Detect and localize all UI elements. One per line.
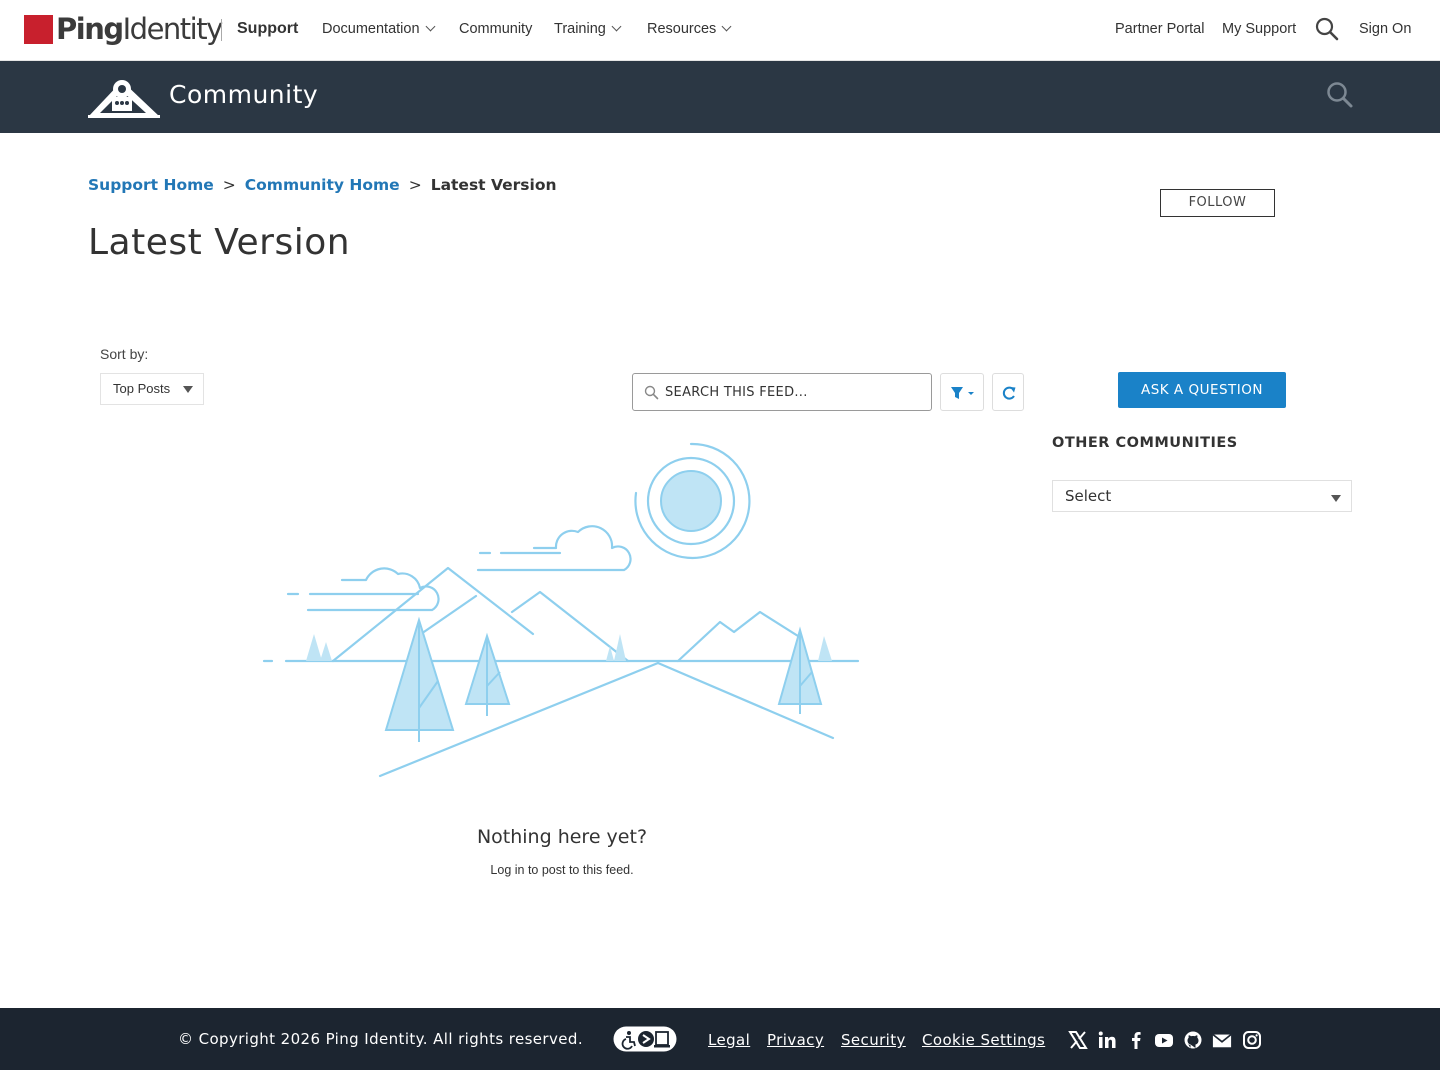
- facebook-icon[interactable]: [1126, 1030, 1146, 1050]
- nav-documentation[interactable]: Documentation: [322, 21, 435, 37]
- nav-community-label: Community: [459, 21, 533, 37]
- chevron-down-icon: [721, 21, 732, 32]
- partner-portal-link[interactable]: Partner Portal: [1115, 21, 1204, 37]
- empty-state-subtitle: Log in to post to this feed.: [490, 863, 634, 877]
- x-icon[interactable]: [1068, 1030, 1088, 1050]
- footer-link-cookie-settings[interactable]: Cookie Settings: [922, 1031, 1045, 1049]
- chevron-down-icon: [611, 21, 622, 32]
- breadcrumb-current: Latest Version: [430, 176, 557, 194]
- email-icon[interactable]: [1212, 1030, 1232, 1050]
- breadcrumb-separator: >: [222, 176, 236, 194]
- community-banner: Community: [0, 61, 1440, 133]
- github-icon[interactable]: [1183, 1030, 1203, 1050]
- nav-community[interactable]: Community: [459, 21, 532, 37]
- caret-down-icon: [1331, 495, 1341, 502]
- empty-state-title: Nothing here yet?: [476, 826, 648, 848]
- youtube-icon[interactable]: [1154, 1030, 1174, 1050]
- feed-search-box: [632, 373, 932, 411]
- banner-search-icon[interactable]: [1326, 81, 1354, 109]
- linkedin-icon[interactable]: [1097, 1030, 1117, 1050]
- logo-square: [24, 14, 53, 44]
- ask-question-button[interactable]: ASK A QUESTION: [1118, 372, 1286, 408]
- top-navigation: PingIdentity Support Documentation Commu…: [0, 0, 1440, 61]
- other-communities-select[interactable]: Select: [1052, 480, 1352, 512]
- search-icon: [644, 385, 659, 400]
- empty-landscape-illustration: [262, 442, 860, 778]
- sort-select-value: Top Posts: [113, 381, 171, 396]
- nav-resources[interactable]: Resources: [647, 21, 732, 37]
- refresh-button[interactable]: [992, 373, 1024, 411]
- breadcrumb: Support Home > Community Home > Latest Versi…: [88, 176, 557, 194]
- filter-button[interactable]: [940, 373, 984, 411]
- breadcrumb-separator: >: [408, 176, 422, 194]
- banner-title[interactable]: Community: [169, 80, 318, 109]
- page-title: Latest Version: [88, 222, 351, 263]
- sign-on-link[interactable]: Sign On: [1359, 21, 1411, 37]
- filter-icon: [951, 387, 974, 399]
- feed-search-input[interactable]: [665, 380, 925, 404]
- search-icon[interactable]: [1315, 17, 1339, 41]
- other-communities-heading: OTHER COMMUNITIES: [1052, 435, 1238, 451]
- caret-down-icon: [183, 386, 193, 393]
- support-link[interactable]: Support: [237, 20, 298, 38]
- nav-resources-label: Resources: [647, 21, 717, 37]
- chevron-down-icon: [425, 21, 435, 32]
- breadcrumb-support-home[interactable]: Support Home: [88, 176, 214, 194]
- community-logo-icon[interactable]: [88, 75, 160, 119]
- sort-label: Sort by:: [100, 346, 149, 362]
- footer-link-legal[interactable]: Legal: [708, 1031, 750, 1049]
- sort-select[interactable]: Top Posts: [100, 373, 204, 405]
- nav-training-label: Training: [554, 21, 606, 37]
- logo-text: PingIdentity: [56, 12, 223, 46]
- breadcrumb-community-home[interactable]: Community Home: [245, 176, 400, 194]
- nav-documentation-label: Documentation: [322, 21, 420, 37]
- instagram-icon[interactable]: [1242, 1030, 1262, 1050]
- logo-divider: [221, 19, 222, 41]
- refresh-icon: [1002, 386, 1016, 400]
- accessibility-icon[interactable]: [613, 1026, 679, 1052]
- nav-training[interactable]: Training: [554, 21, 622, 37]
- footer: © Copyright 2026 Ping Identity. All righ…: [0, 1008, 1440, 1070]
- footer-link-privacy[interactable]: Privacy: [767, 1031, 824, 1049]
- follow-button[interactable]: FOLLOW: [1160, 189, 1275, 217]
- my-support-link[interactable]: My Support: [1222, 21, 1296, 37]
- copyright-text: © Copyright 2026 Ping Identity. All righ…: [178, 1030, 583, 1048]
- footer-link-security[interactable]: Security: [841, 1031, 906, 1049]
- ping-identity-logo[interactable]: PingIdentity: [24, 12, 223, 46]
- other-communities-select-value: Select: [1065, 487, 1112, 505]
